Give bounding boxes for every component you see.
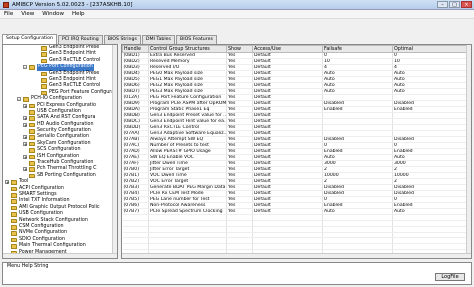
expand-icon[interactable]: + [23,116,27,121]
folder-icon [29,173,35,179]
column-header-access[interactable]: Access/Use [252,45,323,53]
tab-bios-features[interactable]: BIOS Features [175,35,217,44]
help-string-label: Menu Help String [7,264,49,269]
grid-body: (0BD1) Extra Bus Reserved Yes Default 0 0 (0BD… [122,52,469,256]
folder-icon [29,161,35,166]
close-button[interactable]: × [461,1,472,8]
folder-icon [11,180,17,185]
tree-vertical-scrollbar[interactable] [112,45,117,258]
grid-horizontal-scrollbar[interactable] [122,253,471,258]
folder-icon [11,237,17,243]
column-header-show[interactable]: Show [226,45,253,53]
folder-icon [11,231,17,236]
tab-dmi-tables[interactable]: DMI Tables [141,35,175,44]
tab-setup-configuration[interactable]: Setup Configuration [2,34,57,44]
menu-bar: File View Window Help [0,10,474,19]
folder-icon [41,46,47,51]
grid-vertical-scrollbar[interactable] [466,45,471,258]
column-header-failsafe[interactable]: Failsafe [322,45,393,53]
app-icon [3,1,9,8]
folder-icon [41,71,47,77]
setup-tree: Gen3 Endpoint Prese Gen3 Endpoint Hint Gen… [3,45,117,256]
folder-icon [23,97,29,102]
cell-structure: Gen3 Endpoint Hint value for ea... [148,118,227,125]
window-controls: – □ × [437,1,472,8]
control-grid-panel: Handle Control Group Structures Show Acc… [121,44,472,259]
cell-structure: Program PCIe ASPM after OpROM [148,100,227,107]
cell-structure: Gen3 Adaptive Software Equaliz... [148,130,227,137]
folder-icon [29,154,35,160]
collapse-icon[interactable]: - [23,65,27,70]
cell-structure: Generate BDAT PEG Margin Data [148,184,227,191]
menu-file[interactable]: File [4,11,13,17]
grid-header-row: Handle Control Group Structures Show Acc… [122,45,469,53]
folder-icon [29,103,35,109]
folder-icon [41,84,47,89]
folder-icon [11,205,17,211]
folder-icon [11,212,17,217]
logfile-button[interactable]: LogFile [435,273,465,281]
expand-icon[interactable]: + [23,167,27,172]
folder-icon [41,77,47,83]
cell-structure: Gen3 Endpoint Preset value for ... [148,112,227,119]
tab-strip: Setup Configuration PCI IRQ Routing BIOS… [2,34,472,44]
control-grid: Handle Control Group Structures Show Acc… [122,45,469,256]
folder-icon [11,199,17,204]
folder-icon [29,141,35,147]
title-bar: AMIBCP Version 5.02.0023 - [237ASKHB.10]… [0,0,474,10]
folder-icon [29,109,35,115]
expand-icon[interactable]: + [5,180,9,185]
folder-icon [11,218,17,224]
folder-icon [29,148,35,153]
folder-icon [41,52,47,57]
window-title: AMIBCP Version 5.02.0023 - [237ASKHB.10] [12,1,133,8]
collapse-icon[interactable]: - [17,97,21,102]
menu-help[interactable]: Help [72,11,85,17]
tab-pci-irq-routing[interactable]: PCI IRQ Routing [57,35,103,44]
folder-icon [11,224,17,230]
folder-icon [29,116,35,121]
expand-icon[interactable]: + [23,154,27,159]
column-header-optimal[interactable]: Optimal [392,45,469,53]
folder-icon [11,192,17,198]
expand-icon[interactable]: + [23,103,27,108]
folder-icon [41,58,47,64]
folder-icon [29,65,35,70]
expand-icon[interactable]: + [23,141,27,146]
folder-icon [29,167,35,173]
folder-icon [11,186,17,192]
expand-icon[interactable]: + [23,122,27,127]
setup-tree-panel[interactable]: Gen3 Endpoint Prese Gen3 Endpoint Hint Gen… [2,44,118,259]
minimize-button[interactable]: – [437,1,448,8]
expand-icon[interactable]: + [23,135,27,140]
folder-icon [29,122,35,128]
tree-horizontal-scrollbar[interactable] [3,253,117,258]
cell-structure: PEG Port Feature Configuration [148,94,227,101]
tab-bios-strings[interactable]: BIOS Strings [103,35,141,44]
folder-icon [41,90,47,96]
folder-icon [29,135,35,141]
folder-icon [11,244,17,249]
folder-icon [29,129,35,134]
column-header-structure[interactable]: Control Group Structures [148,45,227,53]
menu-view[interactable]: View [21,11,34,17]
column-header-handle[interactable]: Handle [122,45,149,53]
menu-window[interactable]: Window [42,11,64,17]
help-string-panel: Menu Help String LogFile [2,262,472,285]
maximize-button[interactable]: □ [449,1,460,8]
cell-structure: PCIe Spread Spectrum Clocking [148,208,227,215]
